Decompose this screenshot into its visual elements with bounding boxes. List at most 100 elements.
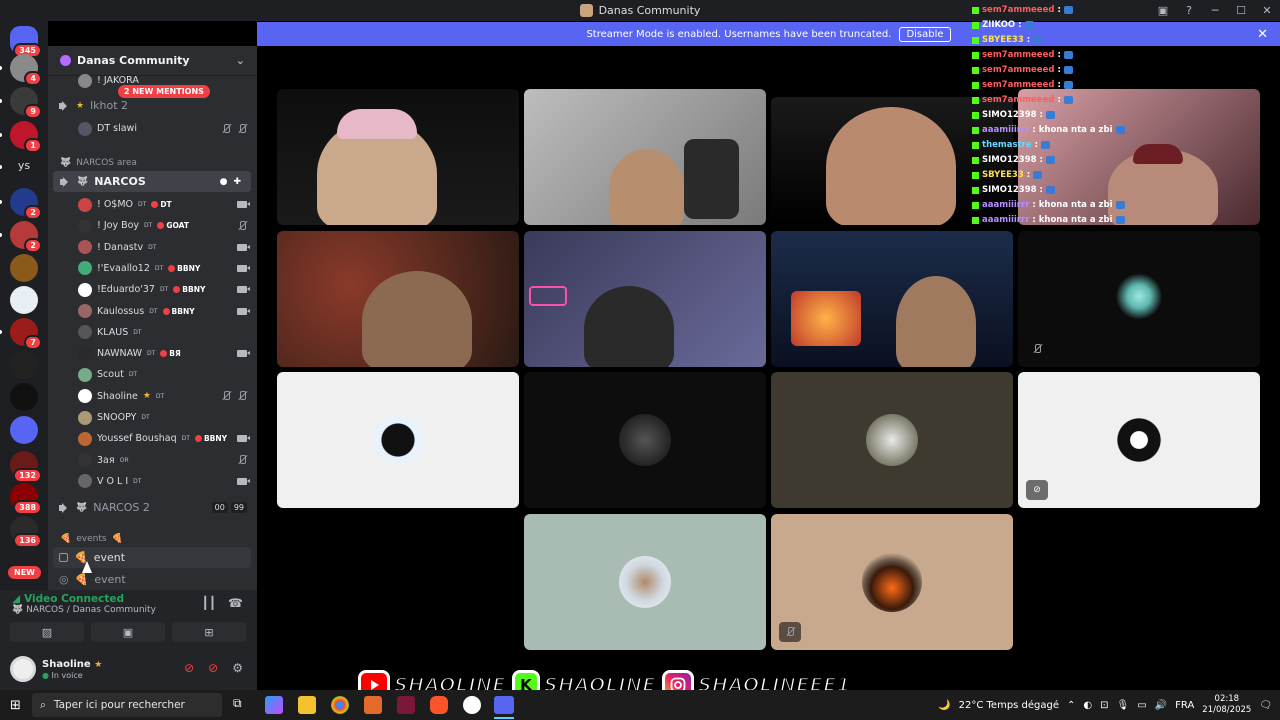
camera-icon [237,435,250,443]
video-tile[interactable] [771,231,1013,367]
new-mentions-pill[interactable]: 2 NEW MENTIONS [118,85,210,98]
video-tile-avatar[interactable]: ⊘ [1018,372,1260,508]
microphone-icon[interactable]: 🎙 [1117,700,1130,711]
app-icon[interactable] [397,696,415,714]
disconnect-icon[interactable]: ☎ [228,596,243,610]
maximize-button[interactable]: ☐ [1228,4,1254,17]
server-icon[interactable]: 4 [0,54,42,86]
battery-icon[interactable]: ▭ [1137,700,1146,711]
video-tile-avatar[interactable] [1018,231,1260,367]
voice-channel-path-text: NARCOS / Danas Community [26,605,156,615]
close-button[interactable]: ✕ [1254,4,1280,17]
minimize-button[interactable]: ─ [1202,4,1228,17]
voice-member[interactable]: Shaoline ★ DT [48,386,257,407]
video-tile-avatar[interactable] [524,372,766,508]
voice-member[interactable]: SNOOPY DT [48,407,257,428]
voice-channel-narcos[interactable]: 🐺 NARCOS ● ✚ [53,171,251,192]
app-icon[interactable] [364,696,382,714]
server-icon[interactable] [10,286,38,314]
video-tile-avatar[interactable] [771,514,1013,650]
server-icon[interactable] [10,254,38,282]
tray-icon[interactable]: ◐ [1083,700,1092,711]
task-view-icon[interactable]: ⧉ [233,696,251,714]
video-tile-avatar[interactable] [277,372,519,508]
video-tile[interactable] [277,89,519,225]
disable-streamer-mode-button[interactable]: Disable [899,26,951,42]
video-tile-avatar[interactable] [524,514,766,650]
avatar[interactable] [10,656,36,682]
chevron-up-icon[interactable]: ⌃ [1067,700,1075,711]
member-name: ! Danastv [97,241,144,253]
mic-muted-icon[interactable]: ⊘ [184,661,194,675]
voice-member[interactable]: ! O$MO DT DT [48,194,257,215]
server-icon[interactable] [10,416,38,444]
voice-channel-narcos2[interactable]: 🐺 NARCOS 2 00 99 [48,497,257,518]
server-icon[interactable]: 136 [10,516,42,548]
voice-member[interactable]: 3ая OR [48,450,257,471]
voice-channel-lkhot[interactable]: ★ lkhot 2 [48,95,257,116]
headphones-muted-icon[interactable]: ⊘ [208,661,218,675]
server-icon[interactable]: 388 [10,483,42,515]
voice-member[interactable]: Youssef Boushaq DT BBNY [48,428,257,449]
chat-icon[interactable]: ● [220,177,228,187]
taskbar-search[interactable]: ⌕ Taper ici pour rechercher [32,693,222,717]
activities-button[interactable]: ⊞ [172,622,246,642]
server-icon[interactable]: 9 [0,87,42,119]
video-tile[interactable] [524,89,766,225]
server-icon[interactable]: 7 [0,318,42,350]
volume-icon[interactable]: 🔊 [1155,700,1167,711]
voice-member[interactable]: KLAUS DT [48,322,257,343]
chrome-icon[interactable] [331,696,349,714]
banner-close-icon[interactable]: ✕ [1257,27,1268,42]
voice-status[interactable]: ◢ Video Connected [12,593,124,605]
server-icon[interactable]: 132 [10,451,42,483]
voice-member[interactable]: ! Danastv DT [48,237,257,258]
invite-icon[interactable]: ✚ [233,177,241,187]
user-name[interactable]: Shaoline ★ [42,659,102,670]
voice-member[interactable]: NAWNAW DT BЯ [48,343,257,364]
language-indicator[interactable]: FRA [1175,700,1194,711]
notifications-icon[interactable]: 🗨 [1259,700,1272,711]
server-icon[interactable]: 2 [0,221,42,253]
clock[interactable]: 02:18 21/08/2025 [1202,694,1251,716]
voice-member[interactable]: Scout DT [48,364,257,385]
server-icon[interactable]: ys [0,153,38,181]
muted-indicator [1026,339,1048,359]
network-icon[interactable]: ⊡ [1100,700,1108,711]
voice-member[interactable]: ! Joy Boy DT GOAT [48,215,257,236]
channel-name: event [94,573,126,586]
stage-icon: ◎ [59,573,69,586]
category-events[interactable]: 🍕 events 🍕 [48,528,257,549]
screen-share-button[interactable]: ▣ [91,622,165,642]
copilot-icon[interactable] [265,696,283,714]
voice-channel-path[interactable]: 🐺 NARCOS / Danas Community [12,605,156,615]
noise-suppression-icon[interactable]: ┃┃ [202,596,216,610]
obs-icon[interactable] [463,696,481,714]
voice-member[interactable]: V O L I DT [48,471,257,492]
video-tile[interactable] [524,231,766,367]
weather-text[interactable]: 22°C Temps dégagé [959,700,1059,711]
voice-member[interactable]: Kaulossus DT BBNY [48,301,257,322]
member-tag: DT [148,243,157,251]
chevron-down-icon[interactable]: ⌄ [236,54,245,67]
channel-event-2[interactable]: ◎ 🍕 event [48,569,257,590]
discord-taskbar-icon[interactable] [494,696,514,714]
server-icon[interactable] [10,351,38,379]
server-icon[interactable]: 345 [10,26,42,58]
help-icon[interactable]: ? [1176,4,1202,17]
voice-member[interactable]: !Eduardo'37 DT BBNY [48,279,257,300]
camera-toggle-button[interactable]: ▨ [10,622,84,642]
video-tile-avatar[interactable] [771,372,1013,508]
server-icon[interactable]: 2 [0,188,42,220]
server-icon[interactable]: 1 [0,121,42,153]
windows-start-icon[interactable]: ⊞ [10,698,21,713]
file-explorer-icon[interactable] [298,696,316,714]
category-narcos[interactable]: 🐺 NARCOS area [48,152,257,173]
gear-icon[interactable]: ⚙ [232,661,243,675]
new-servers-pill[interactable]: NEW [8,566,41,579]
voice-member[interactable]: DT slawi [48,118,257,139]
video-tile[interactable] [277,231,519,367]
voice-member[interactable]: !'Evaallo12 DT BBNY [48,258,257,279]
brave-icon[interactable] [430,696,448,714]
server-icon[interactable] [10,383,38,411]
